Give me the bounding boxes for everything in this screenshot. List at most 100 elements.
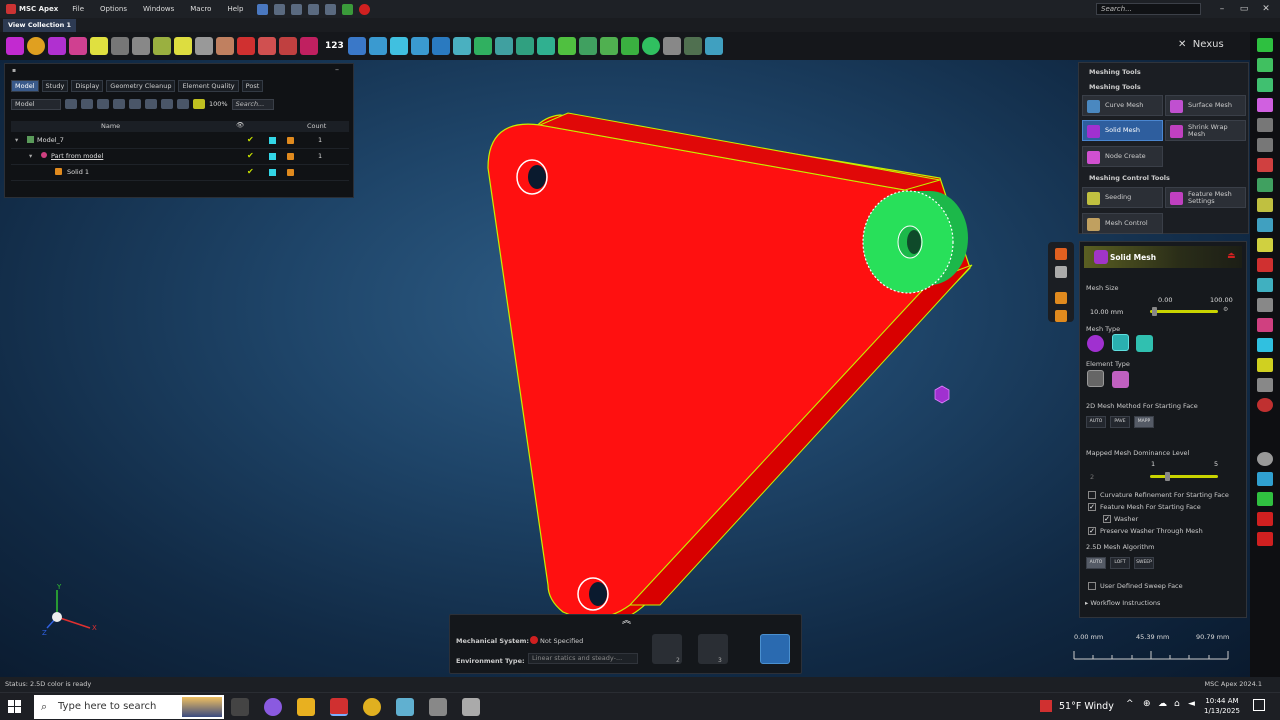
tab-display[interactable]: Display [71,80,104,92]
tree-row-solid[interactable]: Solid 1 ✔ [11,165,349,181]
home-icon[interactable] [1055,248,1067,260]
windows-start-icon[interactable] [8,700,22,714]
algo-sweep[interactable]: SWEEP [1134,557,1154,569]
collapse-chevron-icon[interactable]: ︽ [622,613,631,626]
tab-study[interactable]: Study [41,80,69,92]
feature-mesh-checkbox[interactable]: ✓ [1088,503,1096,511]
wifi-icon[interactable]: ⌂ [1174,699,1180,709]
mech-system-value[interactable]: Not Specified [540,637,583,645]
nexus-button[interactable]: ✕ Nexus [1178,39,1224,50]
load-icon[interactable] [1257,158,1273,172]
solid-icon[interactable] [48,37,66,55]
split-icon[interactable] [258,37,276,55]
panel-minimize-icon[interactable]: – [335,65,339,74]
workflow-instructions[interactable]: ▸ Workflow Instructions [1085,599,1160,607]
scissors-icon[interactable] [1257,378,1273,392]
settings-gear-icon[interactable]: ⚙ [1223,306,1228,313]
sphere-icon[interactable] [27,37,45,55]
cut-icon[interactable] [237,37,255,55]
link-icon[interactable] [129,99,141,109]
app-icon[interactable] [396,698,414,716]
menu-help[interactable]: Help [219,5,251,13]
text-a-icon[interactable] [1257,258,1273,272]
taskbar-search-input[interactable]: ⌕ Type here to search [34,695,224,719]
tet-mesh-icon[interactable] [1087,335,1104,352]
view-icon[interactable] [536,37,555,55]
material-icon[interactable] [1257,218,1273,232]
minimize-icon[interactable]: – [1212,0,1232,18]
collapse-icon[interactable] [113,99,125,109]
vertex-icon[interactable] [195,37,213,55]
results-cube-icon[interactable] [760,634,790,664]
visible-check-icon[interactable]: ✔ [247,151,254,160]
dominance-knob[interactable] [1165,472,1170,481]
pan-icon[interactable] [494,37,513,55]
meshing-tools-icon[interactable] [1257,98,1273,112]
expand-arrow-icon[interactable]: ▾ [15,136,18,144]
rotate-icon[interactable] [515,37,534,55]
play-icon[interactable] [342,3,354,15]
render-icon[interactable] [287,169,294,176]
mesh-icon[interactable] [111,37,129,55]
feature-mesh-settings-button[interactable]: Feature Mesh Settings [1165,187,1246,208]
algo-auto[interactable]: AUTO [1086,557,1106,569]
measure-icon[interactable] [389,37,408,55]
tray-chevron-icon[interactable]: ^ [1126,699,1134,709]
dominance-slider[interactable] [1150,475,1218,478]
boundary-icon[interactable] [1257,178,1273,192]
tab-geometry-cleanup[interactable]: Geometry Cleanup [106,80,176,92]
weather-text[interactable]: 51°F Windy [1059,701,1114,712]
highlight-icon[interactable] [193,99,205,109]
visibility-header-icon[interactable]: 👁 [236,121,244,129]
explode-icon[interactable] [662,37,681,55]
dominance-input[interactable]: 2 [1090,473,1094,481]
sphere-view-icon[interactable] [1257,452,1273,466]
maximize-icon[interactable]: ▭ [1234,0,1254,18]
mixed-mesh-icon[interactable] [1136,335,1153,352]
spring-icon[interactable] [1257,198,1273,212]
undo-icon[interactable] [257,3,269,15]
run-icon[interactable] [698,634,728,664]
color-swatch[interactable] [269,169,276,176]
surface-icon[interactable] [69,37,87,55]
sun-icon[interactable] [1257,238,1273,252]
filter-icon[interactable] [81,99,93,109]
stack-icon[interactable] [1257,472,1273,486]
tab-element-quality[interactable]: Element Quality [178,80,239,92]
menu-macro[interactable]: Macro [182,5,219,13]
sort-icon[interactable] [161,99,173,109]
linear-element-icon[interactable] [1087,370,1104,387]
node-create-button[interactable]: Node Create [1082,146,1163,167]
preserve-washer-checkbox[interactable]: ✓ [1088,527,1096,535]
report-icon[interactable] [1257,532,1273,546]
method-pave[interactable]: PAVE [1110,416,1130,428]
camera-icon[interactable] [1055,266,1067,278]
weather-icon[interactable] [1040,700,1052,712]
hammer-icon[interactable] [1257,298,1273,312]
cube-orange-icon[interactable] [1055,292,1067,304]
curve-icon[interactable] [153,37,171,55]
notification-icon[interactable] [1253,699,1265,711]
connection-icon[interactable] [1257,138,1273,152]
quality-icon[interactable] [1257,118,1273,132]
app-icon[interactable] [429,698,447,716]
ai-icon[interactable] [704,37,723,55]
apex-taskbar-icon[interactable] [330,698,348,716]
element-icon[interactable] [1257,58,1273,72]
copilot-icon[interactable] [264,698,282,716]
section-icon[interactable] [368,37,387,55]
cube-orange-icon[interactable] [1055,310,1067,322]
measure-tool-icon[interactable] [1257,278,1273,292]
wireframe-icon[interactable] [578,37,597,55]
environment-dropdown[interactable]: Linear statics and steady-... [528,653,638,664]
chrome-icon[interactable] [363,698,381,716]
mesh-size-knob[interactable] [1152,307,1158,316]
expand-icon[interactable] [65,99,77,109]
menu-options[interactable]: Options [92,5,135,13]
menu-windows[interactable]: Windows [135,5,182,13]
panel-pin-icon[interactable]: ▪ [12,67,16,74]
edge-icon[interactable] [174,37,192,55]
model-filter-dropdown[interactable]: Model [11,98,61,110]
system-clock[interactable]: 10:44 AM 1/13/2025 [1204,696,1240,716]
shrink-wrap-mesh-button[interactable]: Shrink Wrap Mesh [1165,120,1246,141]
